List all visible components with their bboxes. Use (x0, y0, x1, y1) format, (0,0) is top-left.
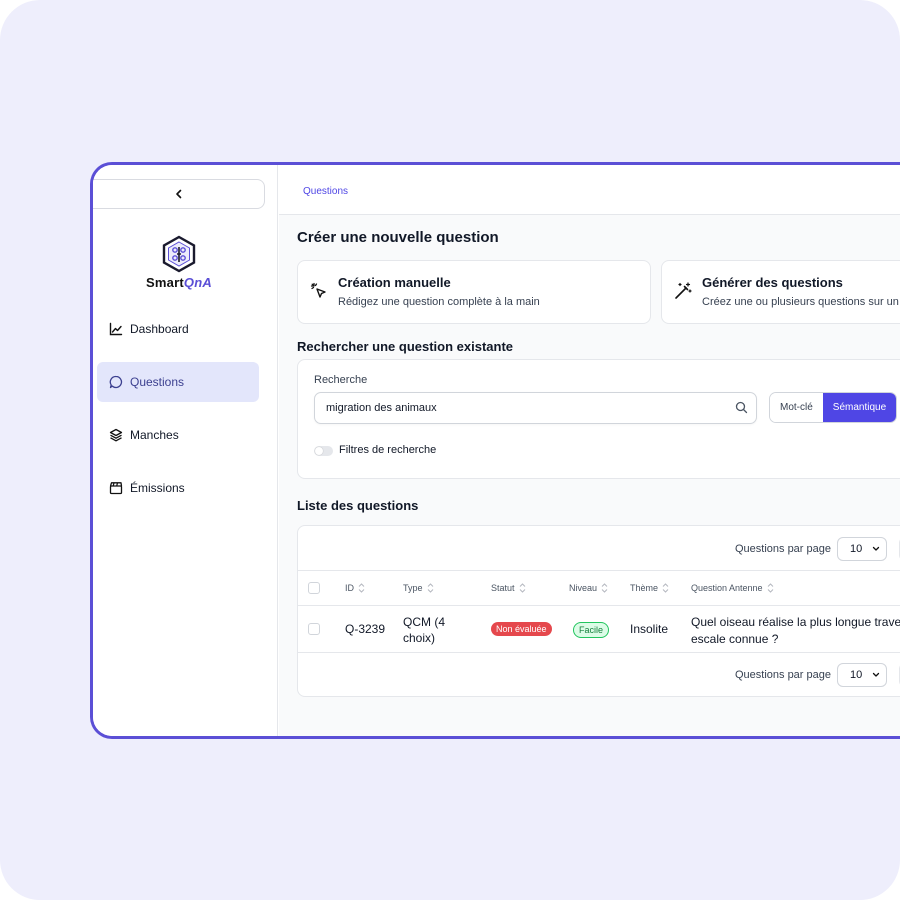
sidebar-item-label: Questions (130, 375, 185, 389)
sort-icon (662, 583, 669, 593)
breadcrumb[interactable]: Questions (303, 186, 348, 197)
sort-icon (767, 583, 773, 593)
sidebar-item-dashboard[interactable]: Dashboard (97, 309, 259, 349)
per-page-select[interactable]: 10 (837, 663, 887, 687)
search-input[interactable] (314, 392, 757, 424)
search-label: Recherche (314, 374, 368, 386)
app-window: SmartQnA Dashboard Questions Manches Émi… (90, 162, 900, 739)
sidebar-item-label: Manches (130, 428, 179, 442)
sort-icon (358, 583, 365, 593)
sort-icon (427, 583, 433, 593)
create-section-title: Créer une nouvelle question (297, 229, 499, 246)
per-page-label: Questions par page (734, 543, 831, 555)
manual-creation-desc: Rédigez une question complète à la main (338, 296, 540, 308)
generate-questions-card[interactable]: Générer des questions Créez une ou plusi… (661, 260, 900, 324)
per-page-label: Questions par page (734, 669, 831, 681)
sidebar-item-manches[interactable]: Manches (97, 415, 259, 455)
sort-icon (519, 583, 525, 593)
per-page-value: 10 (850, 669, 863, 681)
column-header-level[interactable]: Niveau (569, 583, 608, 593)
sort-icon (601, 583, 608, 593)
manual-creation-title: Création manuelle (338, 275, 451, 290)
per-page-value: 10 (850, 543, 863, 555)
main-content: Questions Créer une nouvelle question Cr… (279, 165, 900, 736)
list-section-title: Liste des questions (297, 498, 419, 513)
sidebar-item-questions[interactable]: Questions (97, 362, 259, 402)
cursor-click-icon (310, 282, 326, 298)
search-mode-toggle: Mot-clé Sémantique (769, 392, 898, 423)
sidebar-item-label: Dashboard (130, 322, 189, 336)
row-checkbox[interactable] (308, 623, 320, 635)
search-icon[interactable] (735, 401, 748, 414)
status-badge: Non évaluée (491, 622, 552, 636)
generate-questions-title: Générer des questions (702, 275, 843, 290)
chevron-left-icon (175, 189, 181, 199)
column-header-status[interactable]: Statut (491, 583, 526, 593)
level-badge: Facile (573, 622, 610, 638)
logo-icon (162, 235, 196, 273)
mode-semantic-button[interactable]: Sémantique (822, 393, 897, 422)
message-circle-icon (109, 375, 123, 389)
magic-wand-icon (675, 282, 692, 299)
pagination-bottom: Questions par page 10 (735, 663, 900, 687)
search-card: Recherche Mot-clé Sémantique Filtres de … (297, 359, 900, 479)
column-header-question[interactable]: Question Antenne (691, 583, 774, 593)
logo-text: SmartQnA (146, 275, 212, 290)
table-header: ID Type Statut Niveau Thème Question Ant… (298, 570, 900, 606)
per-page-select[interactable]: 10 (837, 537, 887, 561)
topbar: Questions (279, 165, 900, 215)
sidebar-item-emissions[interactable]: Émissions (97, 468, 259, 508)
column-header-id[interactable]: ID (345, 583, 365, 593)
column-header-type[interactable]: Type (403, 583, 434, 593)
chevron-down-icon (872, 672, 880, 677)
chevron-down-icon (872, 546, 880, 551)
sidebar: SmartQnA Dashboard Questions Manches Émi… (93, 165, 278, 736)
layers-icon (109, 428, 123, 442)
filters-toggle[interactable] (314, 446, 333, 456)
cell-type: QCM (4 choix) (403, 615, 445, 645)
cell-id: Q-3239 (345, 622, 386, 636)
mode-keyword-button[interactable]: Mot-clé (770, 393, 823, 422)
column-header-theme[interactable]: Thème (630, 583, 669, 593)
select-all-checkbox[interactable] (308, 582, 320, 594)
sidebar-nav: Dashboard Questions Manches Émissions (97, 309, 259, 521)
cell-question: Quel oiseau réalise la plus longue trave… (691, 615, 900, 646)
filters-label: Filtres de recherche (339, 444, 437, 456)
generate-questions-desc: Créez une ou plusieurs questions sur un (702, 296, 899, 308)
sidebar-item-label: Émissions (130, 481, 185, 495)
collapse-sidebar-button[interactable] (93, 179, 265, 209)
manual-creation-card[interactable]: Création manuelle Rédigez une question c… (297, 260, 651, 324)
pagination-top: Questions par page 10 (735, 537, 900, 561)
logo: SmartQnA (93, 235, 265, 290)
questions-table-card: Questions par page 10 ID Type Statut Niv… (297, 525, 900, 697)
clapperboard-icon (109, 482, 123, 495)
cell-theme: Insolite (630, 622, 669, 636)
search-section-title: Rechercher une question existante (297, 339, 514, 354)
table-row[interactable]: Q-3239 QCM (4 choix) Non évaluée Facile … (298, 606, 900, 653)
chart-line-icon (109, 322, 123, 336)
